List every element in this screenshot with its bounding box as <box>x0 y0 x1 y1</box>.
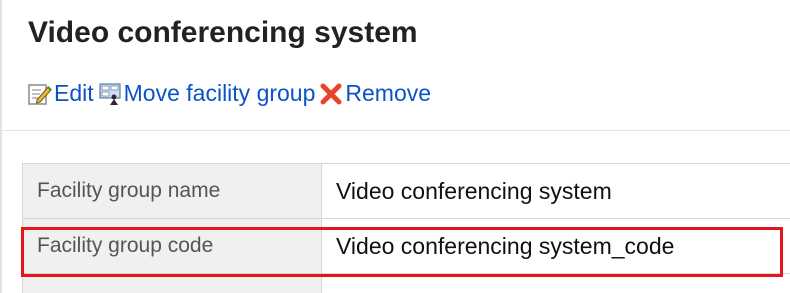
table-row-partial <box>22 273 790 293</box>
remove-link-label: Remove <box>345 80 432 106</box>
move-group-icon <box>98 82 122 106</box>
remove-x-icon <box>319 82 343 106</box>
action-toolbar: Edit Move facility group Remove <box>28 80 435 107</box>
row-label: Facility group name <box>22 163 322 219</box>
left-border <box>0 0 2 293</box>
row-value: Video conferencing system <box>321 163 790 219</box>
facility-group-details-page: Video conferencing system Edit Move faci… <box>0 0 790 293</box>
edit-icon <box>28 82 52 106</box>
edit-link-label: Edit <box>54 80 94 106</box>
remove-link[interactable]: Remove <box>319 80 431 107</box>
section-divider <box>2 130 790 131</box>
row-label-empty <box>22 273 322 293</box>
row-value-empty <box>321 273 790 293</box>
facility-group-details-table: Facility group name Video conferencing s… <box>22 163 790 293</box>
page-title: Video conferencing system <box>28 16 418 49</box>
row-value: Video conferencing system_code <box>321 218 790 274</box>
table-row: Facility group name Video conferencing s… <box>22 163 790 219</box>
row-label: Facility group code <box>22 218 322 274</box>
move-facility-group-label: Move facility group <box>123 80 316 106</box>
edit-link[interactable]: Edit <box>28 80 94 107</box>
move-facility-group-link[interactable]: Move facility group <box>98 80 316 107</box>
table-row: Facility group code Video conferencing s… <box>22 218 790 274</box>
